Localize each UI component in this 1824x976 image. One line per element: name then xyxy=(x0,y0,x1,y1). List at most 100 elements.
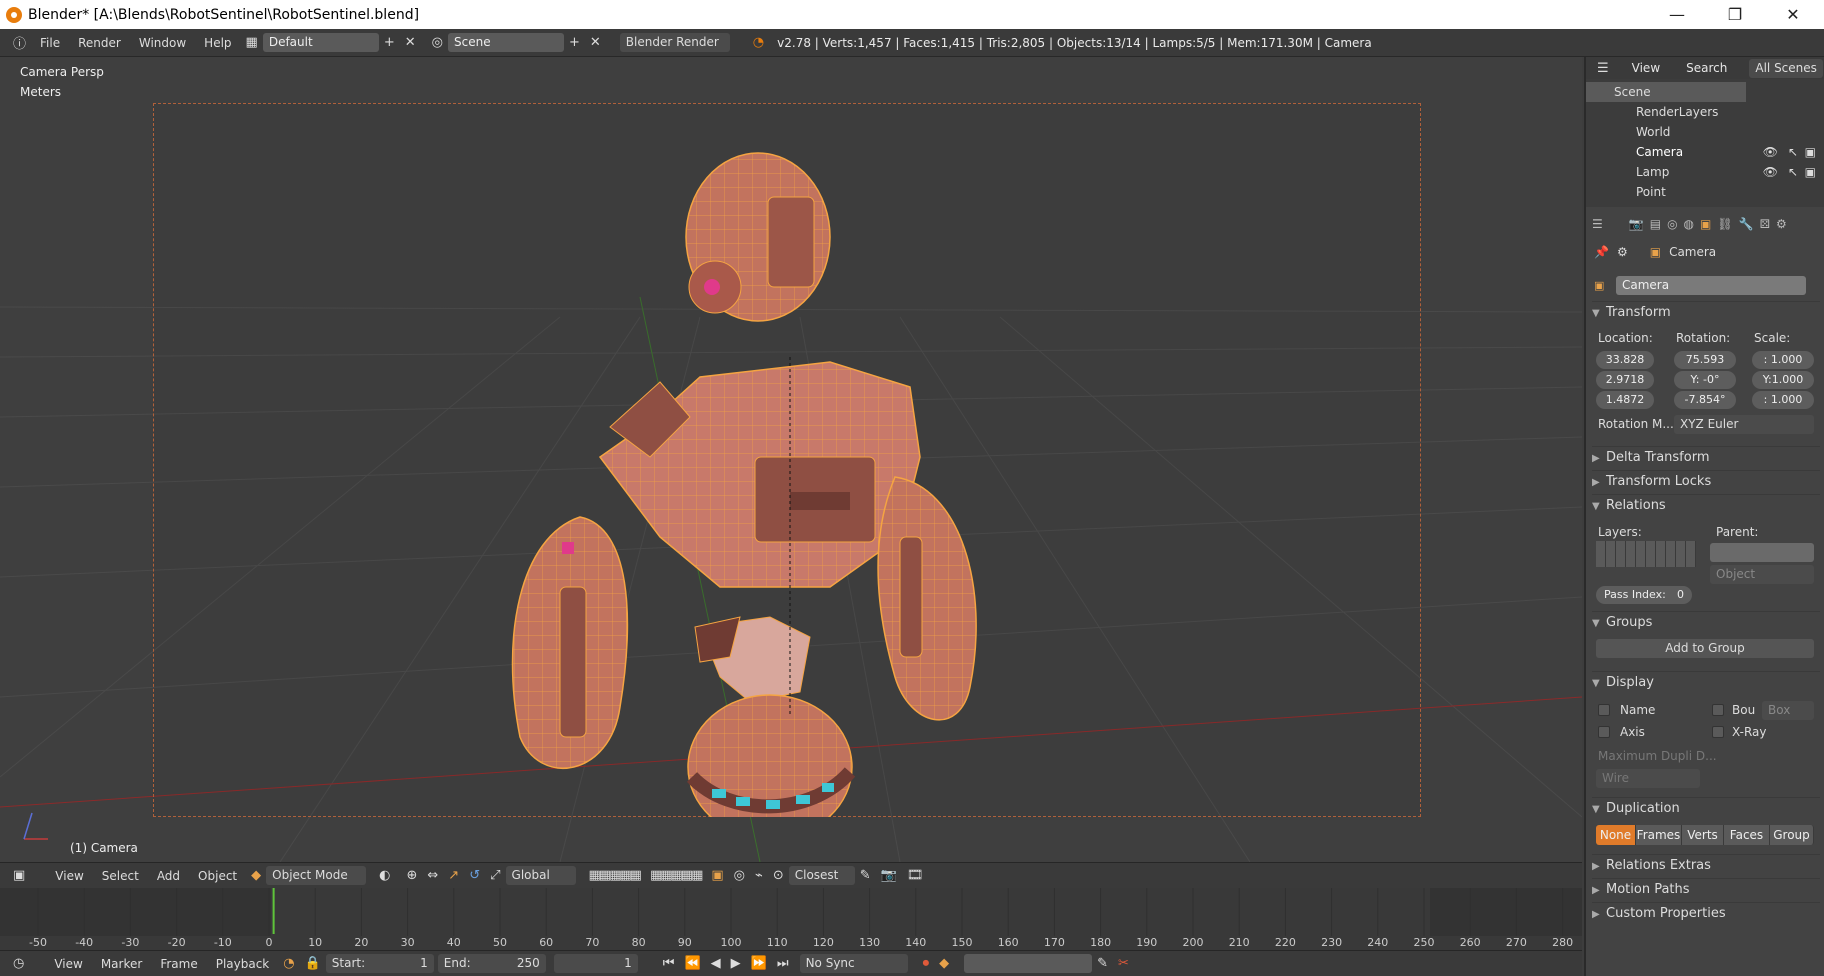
outliner-item-scene[interactable]: Scene xyxy=(1586,82,1746,102)
parent-type-dropdown[interactable]: Object xyxy=(1710,565,1814,584)
delete-key-icon[interactable]: ✂ xyxy=(1113,956,1134,971)
menu-help[interactable]: Help xyxy=(195,36,240,50)
outliner-item-world[interactable]: World xyxy=(1586,122,1824,142)
outliner-item-renderlayers[interactable]: RenderLayers xyxy=(1586,102,1824,122)
world-tab-icon[interactable]: ◍ xyxy=(1684,217,1694,235)
snap-target-icon[interactable]: ⊙ xyxy=(768,868,789,883)
screen-layout-icon[interactable]: ▦ xyxy=(241,35,263,50)
scale-y[interactable]: Y:1.000 xyxy=(1752,371,1814,389)
location-x[interactable]: 33.828 xyxy=(1596,351,1654,369)
scale-x[interactable]: : 1.000 xyxy=(1752,351,1814,369)
add-screen-icon[interactable]: + xyxy=(379,35,400,50)
relations-panel-header[interactable]: ▼ Relations xyxy=(1592,494,1820,516)
tl-menu-marker[interactable]: Marker xyxy=(92,957,151,971)
timeline[interactable]: -50 -40 -30 -20 -10 0 10 20 30 40 50 60 70 80 90 100 110… xyxy=(0,888,1582,950)
mode-dropdown[interactable]: Object Mode xyxy=(266,866,367,885)
prev-key-icon[interactable]: ⏪ xyxy=(679,956,705,971)
timeline-editor-icon[interactable]: ◷ xyxy=(8,956,29,971)
properties-editor-icon[interactable]: ☰ xyxy=(1592,217,1603,235)
scene-tab-icon[interactable]: ◎ xyxy=(1667,217,1677,235)
object-tab-icon[interactable]: ▣ xyxy=(1700,217,1711,235)
outliner-item-lamp[interactable]: Lamp 👁 ↖ ▣ xyxy=(1586,162,1824,182)
visibility-eye-icon[interactable]: 👁 xyxy=(1763,142,1778,162)
pivot-icon[interactable]: ⊕ xyxy=(401,868,422,883)
groups-panel-header[interactable]: ▼ Groups xyxy=(1592,611,1820,633)
render-tab-icon[interactable]: 📷 xyxy=(1629,217,1644,235)
rotation-z[interactable]: -7.854° xyxy=(1674,391,1736,409)
data-tab-icon[interactable]: ⚄ xyxy=(1760,217,1770,235)
jump-end-icon[interactable]: ⏭ xyxy=(772,956,794,971)
outliner-item-point[interactable]: Point xyxy=(1586,182,1824,198)
dupli-none-button[interactable]: None xyxy=(1596,825,1636,845)
menu-add[interactable]: Add xyxy=(148,869,189,883)
duplication-panel-header[interactable]: ▼ Duplication xyxy=(1592,797,1820,819)
close-button[interactable]: ✕ xyxy=(1764,0,1822,29)
layers-grid-2-icon[interactable]: ▦▦▦▦▦ xyxy=(645,868,706,883)
dupli-frames-button[interactable]: Frames xyxy=(1636,825,1682,845)
menu-file[interactable]: File xyxy=(31,36,69,50)
wire-dropdown[interactable]: Wire xyxy=(1596,769,1700,788)
add-to-group-button[interactable]: Add to Group xyxy=(1596,639,1814,658)
sync-dropdown[interactable]: No Sync xyxy=(799,954,908,973)
play-icon[interactable]: ▶ xyxy=(726,956,746,971)
location-y[interactable]: 2.9718 xyxy=(1596,371,1654,389)
render-still-icon[interactable]: 📷 xyxy=(876,868,902,883)
shading-icon[interactable]: ◐ xyxy=(374,868,395,883)
keying-set-field[interactable] xyxy=(964,954,1093,973)
pin-icon[interactable]: 📌 xyxy=(1594,245,1609,259)
rotation-y[interactable]: Y: -0° xyxy=(1674,371,1736,389)
relations-extras-panel[interactable]: ▶ Relations Extras xyxy=(1592,854,1820,876)
scale-icon[interactable]: ⤢ xyxy=(485,868,505,883)
layers-tab-icon[interactable]: ▤ xyxy=(1650,217,1661,235)
render-anim-icon[interactable]: 🎞 xyxy=(902,868,929,883)
preview-range-icon[interactable]: ◔ xyxy=(278,956,299,971)
outliner-tab-view[interactable]: View xyxy=(1632,61,1660,75)
lamp-visibility-eye-icon[interactable]: 👁 xyxy=(1763,162,1778,182)
parent-field[interactable] xyxy=(1710,543,1814,562)
tl-menu-view[interactable]: View xyxy=(45,957,91,971)
dupli-verts-button[interactable]: Verts xyxy=(1682,825,1724,845)
dupli-group-button[interactable]: Group xyxy=(1770,825,1814,845)
location-z[interactable]: 1.4872 xyxy=(1596,391,1654,409)
display-xray-checkbox[interactable] xyxy=(1712,726,1724,738)
proportional-icon[interactable]: ◎ xyxy=(729,868,750,883)
snap-dropdown[interactable]: Closest xyxy=(788,866,855,885)
outliner-tab-search[interactable]: Search xyxy=(1686,61,1727,75)
custom-properties-panel[interactable]: ▶ Custom Properties xyxy=(1592,902,1820,924)
display-panel-header[interactable]: ▼ Display xyxy=(1592,671,1820,693)
minimize-button[interactable]: — xyxy=(1648,0,1706,29)
menu-object[interactable]: Object xyxy=(189,869,246,883)
bounds-type-dropdown[interactable]: Box xyxy=(1762,701,1814,720)
keying-icon[interactable]: ◆ xyxy=(934,956,954,971)
tl-menu-playback[interactable]: Playback xyxy=(207,957,279,971)
transform-panel-header[interactable]: ▼ Transform xyxy=(1592,301,1820,323)
rotation-mode-dropdown[interactable]: XYZ Euler xyxy=(1674,415,1814,434)
rotate-icon[interactable]: ↺ xyxy=(464,868,485,883)
layers-grid-icon[interactable]: ▦▦▦▦▦ xyxy=(584,868,645,883)
outliner[interactable]: ☰ View Search All Scenes Scene RenderLay… xyxy=(1586,57,1824,207)
pass-index-field[interactable]: Pass Index: 0 xyxy=(1596,586,1692,604)
menu-render[interactable]: Render xyxy=(69,36,130,50)
end-frame-field[interactable]: End: 250 xyxy=(437,954,546,973)
current-frame-field[interactable]: 1 xyxy=(553,954,638,973)
orientation-dropdown[interactable]: Global xyxy=(505,866,576,885)
constraints-tab-icon[interactable]: ⛓ xyxy=(1717,217,1732,235)
menu-select[interactable]: Select xyxy=(93,869,148,883)
physics-tab-icon[interactable]: ⚙ xyxy=(1776,217,1787,235)
remove-scene-icon[interactable]: ✕ xyxy=(585,35,606,50)
lock-layers-icon[interactable]: ▣ xyxy=(706,868,728,883)
tl-menu-frame[interactable]: Frame xyxy=(151,957,206,971)
scene-icon[interactable]: ◎ xyxy=(427,35,448,50)
start-frame-field[interactable]: Start: 1 xyxy=(325,954,434,973)
render-engine-dropdown[interactable]: Blender Render xyxy=(619,33,730,52)
screen-layout-field[interactable]: Default xyxy=(262,33,379,52)
dupli-faces-button[interactable]: Faces xyxy=(1724,825,1770,845)
play-reverse-icon[interactable]: ◀ xyxy=(706,956,726,971)
info-editor-icon[interactable]: ⓘ xyxy=(8,33,31,52)
lamp-select-arrow-icon[interactable]: ↖ xyxy=(1788,162,1798,182)
jump-start-icon[interactable]: ⏮ xyxy=(658,956,680,971)
record-icon[interactable]: ⏺ xyxy=(918,956,935,971)
editor-type-icon[interactable]: ▣ xyxy=(8,868,30,883)
translate-icon[interactable]: ↗ xyxy=(443,868,464,883)
motion-paths-panel[interactable]: ▶ Motion Paths xyxy=(1592,878,1820,900)
